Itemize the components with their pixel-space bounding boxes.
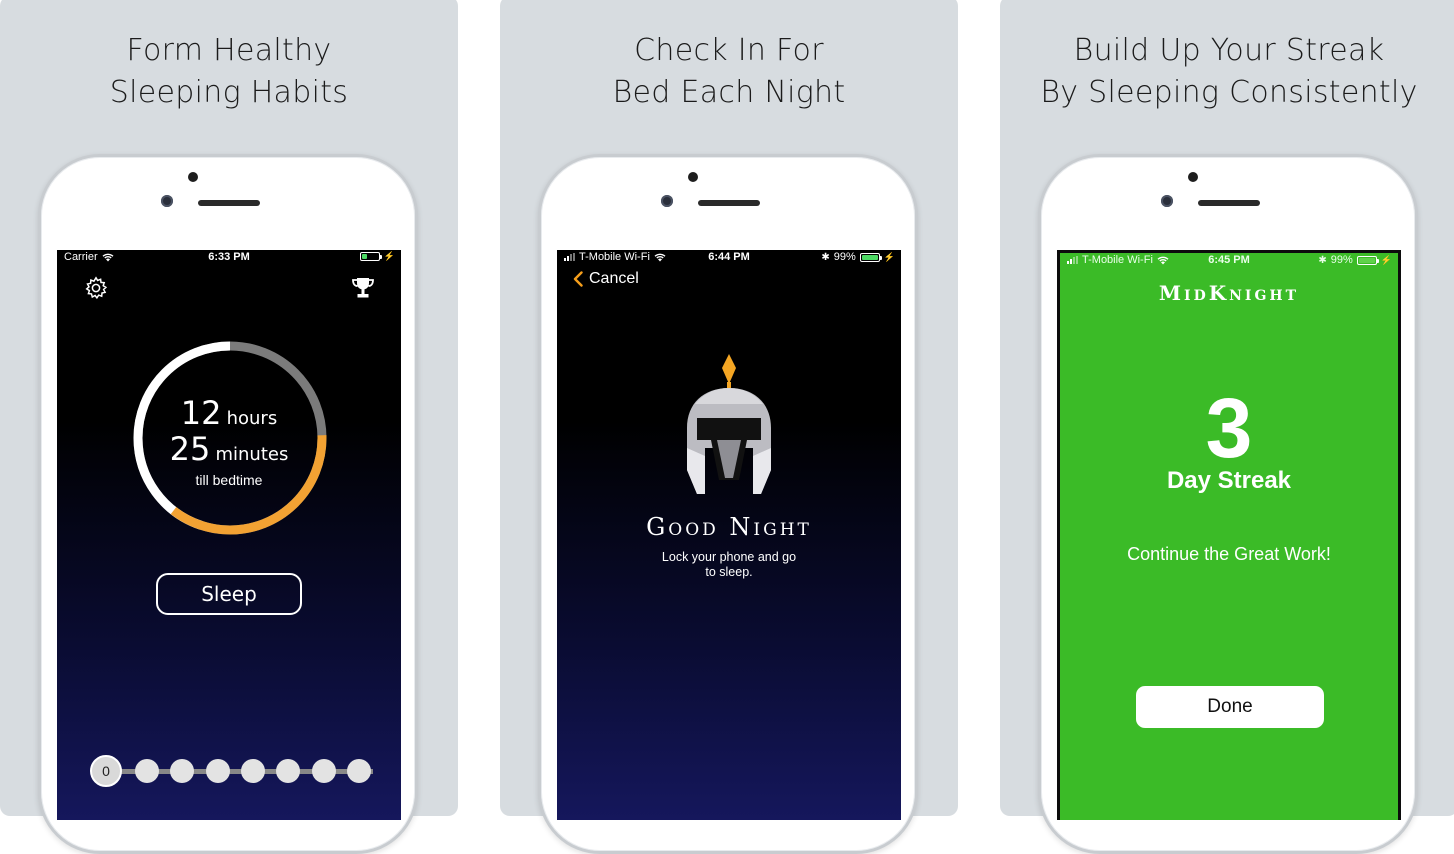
bluetooth-icon: ✱ (821, 251, 830, 263)
phone-screen-check-in: T-Mobile Wi-Fi 6:44 PM ✱ 99% ⚡ Cancel Go… (557, 250, 901, 820)
done-button[interactable]: Done (1136, 686, 1324, 728)
phone-frame-wrapper-1: Carrier 6:33 PM ⚡ 12 hours 25 minutes ti… (0, 0, 458, 854)
earpiece-speaker (698, 200, 760, 206)
streak-dot-current: 0 (90, 755, 122, 787)
streak-dot (170, 759, 194, 783)
status-bar: T-Mobile Wi-Fi 6:45 PM ✱ 99% ⚡ (1060, 253, 1398, 267)
streak-label: Day Streak (1166, 467, 1292, 494)
streak-dot (276, 759, 300, 783)
charging-icon: ⚡ (883, 251, 895, 262)
good-night-title: Good Night (646, 513, 812, 541)
app-brand-title: MidKnight (1158, 281, 1300, 305)
phone-screen-streak: T-Mobile Wi-Fi 6:45 PM ✱ 99% ⚡ MidKnight… (1057, 250, 1401, 820)
status-time: 6:33 PM (208, 251, 250, 263)
battery-icon (859, 252, 882, 262)
till-bedtime-label: till bedtime (195, 472, 263, 488)
camera-dot (688, 172, 698, 182)
minutes-row: 25 minutes (57, 430, 401, 468)
earpiece-speaker (198, 200, 260, 206)
streak-dot (312, 759, 336, 783)
streak-dot (206, 759, 230, 783)
front-camera (161, 195, 173, 207)
encouragement-message: Continue the Great Work! (1127, 544, 1331, 564)
sleep-button[interactable]: Sleep (156, 573, 302, 615)
minutes-value: 25 (169, 430, 211, 468)
minutes-label: minutes (215, 444, 289, 465)
hours-value: 12 (180, 394, 222, 432)
phone-frame-wrapper-2: T-Mobile Wi-Fi 6:44 PM ✱ 99% ⚡ Cancel Go… (500, 0, 958, 854)
charging-icon: ⚡ (1380, 254, 1392, 265)
phone-screen-countdown: Carrier 6:33 PM ⚡ 12 hours 25 minutes ti… (57, 250, 401, 820)
streak-count: 3 (1205, 381, 1253, 475)
earpiece-speaker (1198, 200, 1260, 206)
phone-frame-wrapper-3: T-Mobile Wi-Fi 6:45 PM ✱ 99% ⚡ MidKnight… (1000, 0, 1454, 854)
bluetooth-icon: ✱ (1318, 254, 1327, 266)
battery-percent: 99% (833, 251, 856, 263)
battery-icon (1356, 255, 1379, 265)
hours-label: hours (226, 408, 278, 429)
charging-icon: ⚡ (383, 251, 395, 261)
cancel-button[interactable]: Cancel (573, 270, 639, 288)
gear-icon[interactable] (84, 276, 108, 300)
camera-dot (188, 172, 198, 182)
cancel-label: Cancel (589, 270, 639, 287)
streak-dot (135, 759, 159, 783)
camera-dot (1188, 172, 1198, 182)
streak-dot (241, 759, 265, 783)
streak-dot (347, 759, 371, 783)
status-bar: Carrier 6:33 PM ⚡ (57, 250, 401, 264)
front-camera (1161, 195, 1173, 207)
lock-phone-message: Lock your phone and go to sleep. (661, 550, 797, 579)
battery-percent: 99% (1330, 254, 1353, 266)
battery-icon (359, 252, 382, 261)
front-camera (661, 195, 673, 207)
chevron-left-icon (573, 271, 583, 287)
hours-row: 12 hours (57, 394, 401, 432)
status-bar: T-Mobile Wi-Fi 6:44 PM ✱ 99% ⚡ (557, 250, 901, 264)
trophy-icon[interactable] (351, 277, 375, 299)
knight-helmet-icon (687, 354, 771, 494)
